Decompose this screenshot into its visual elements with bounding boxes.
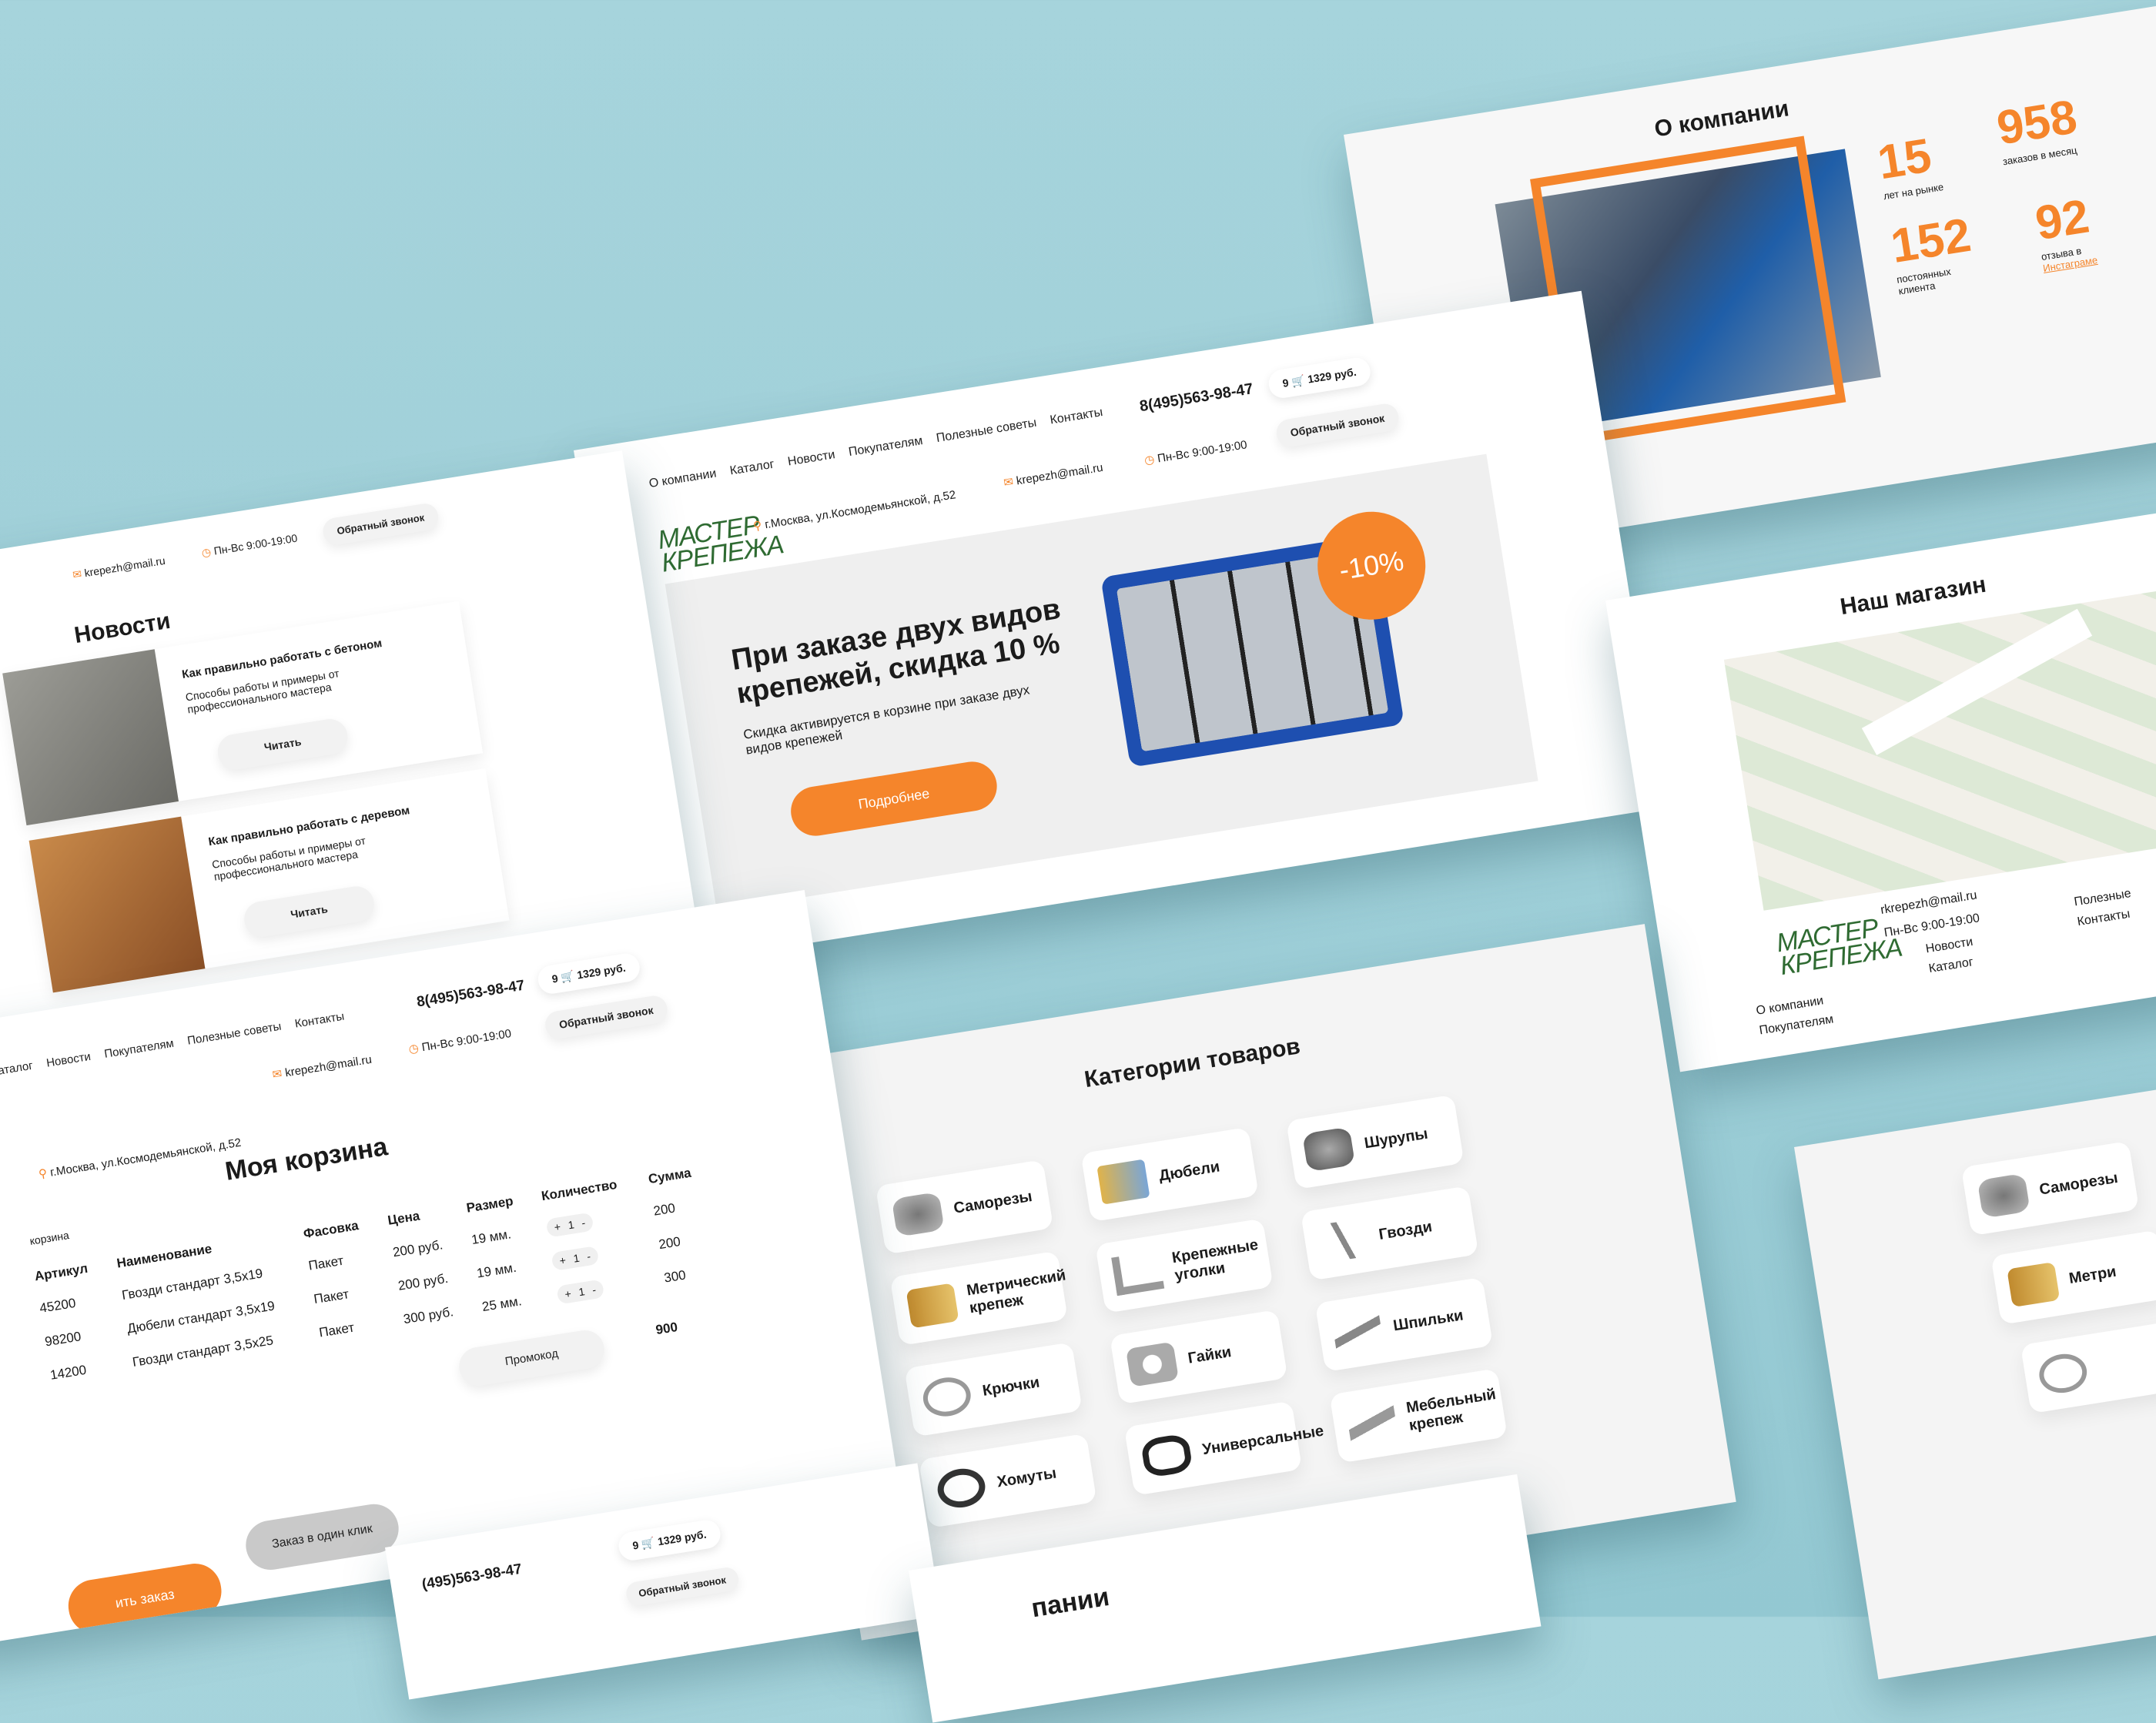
clock-icon: ◷ (407, 1042, 420, 1056)
nav-about[interactable]: О компании (648, 467, 718, 491)
bottom-section-title: пании (1029, 1581, 1112, 1624)
store-logo: МАСТЕР КРЕПЕЖА (1774, 913, 1904, 982)
clamp-icon (935, 1465, 989, 1511)
cart-total: 900 (654, 1319, 679, 1338)
quantity-stepper[interactable]: + 1 - (545, 1212, 594, 1238)
bolt-icon (2007, 1262, 2061, 1308)
category-shurupy[interactable]: Шурупы (1286, 1094, 1465, 1189)
location-icon: ⚲ (37, 1166, 49, 1182)
cart-widget[interactable]: 9 🛒 1329 руб. (536, 952, 642, 996)
universal-clamp-icon (1140, 1433, 1194, 1479)
about-title: О компании (1652, 95, 1791, 142)
category-metric[interactable]: Метрический крепеж (889, 1250, 1068, 1346)
email[interactable]: ✉ krepezh@mail.ru (1003, 460, 1103, 490)
category-homuty[interactable]: Хомуты (919, 1433, 1097, 1529)
stat-clients: 152 постоянных клиента (1887, 208, 1975, 297)
screws-icon (891, 1191, 945, 1237)
cart-email[interactable]: ✉ krepezh@mail.ru (271, 1052, 373, 1082)
category-samorezy[interactable]: Саморезы (875, 1159, 1054, 1255)
checkout-button[interactable]: ить заказ (64, 1560, 226, 1638)
news-image (2, 649, 179, 826)
cart-icon: 🛒 (1291, 373, 1306, 388)
right-categories-fragment: Саморезы Метри (1794, 1086, 2156, 1680)
nav-catalog[interactable]: Каталог (729, 458, 775, 478)
cart-hours: ◷ Пн-Вс 9:00-19:00 (407, 1026, 513, 1056)
cart-icon: 🛒 (640, 1536, 656, 1551)
cart-callback-button[interactable]: Обратный звонок (543, 994, 669, 1041)
home-page: О компании Каталог Новости Покупателям Полез… (574, 290, 1664, 968)
read-button[interactable]: Читать (215, 716, 350, 772)
categories-title: Категории товаров (1083, 1033, 1302, 1093)
studs-icon (1331, 1309, 1384, 1355)
category-shpilki[interactable]: Шпильки (1314, 1276, 1494, 1373)
mail-icon: ✉ (271, 1067, 283, 1082)
news-callback-button[interactable]: Обратный звонок (321, 501, 440, 547)
read-button[interactable]: Читать (241, 884, 377, 940)
clock-icon: ◷ (200, 545, 213, 560)
nav-contacts[interactable]: Контакты (1049, 406, 1103, 427)
wood-screws-icon (1302, 1126, 1356, 1173)
news-title: Новости (72, 607, 172, 649)
news-hours: ◷ Пн-Вс 9:00-19:00 (200, 531, 299, 560)
breadcrumb: корзина (28, 1229, 70, 1247)
bottom-callback-button[interactable]: Обратный звонок (624, 1565, 740, 1608)
screws-icon (1977, 1173, 2030, 1219)
bolt-icon (906, 1283, 959, 1329)
mail-icon: ✉ (1003, 475, 1015, 490)
location-icon: ⚲ (752, 519, 763, 534)
quantity-stepper[interactable]: + 1 - (550, 1245, 600, 1272)
nav-news[interactable]: Новости (787, 448, 836, 468)
stat-years: 15 лет на рынке (1873, 129, 1945, 202)
stat-orders: 958 заказов в месяц (1993, 90, 2081, 168)
footer-nav: О компании Покупателям (1755, 994, 1835, 1038)
quantity-stepper[interactable]: + 1 - (555, 1279, 605, 1305)
store-title: Наш магазин (1838, 571, 1988, 621)
hooks-icon (2036, 1350, 2090, 1397)
cart-icon: 🛒 (560, 969, 575, 984)
mail-icon: ✉ (72, 567, 83, 581)
category-gvozdi[interactable]: Гвозди (1300, 1186, 1479, 1281)
bracket-icon (1111, 1250, 1165, 1296)
cart-title: Моя корзина (223, 1132, 390, 1186)
clock-icon: ◷ (1143, 453, 1156, 468)
callback-button[interactable]: Обратный звонок (1274, 402, 1401, 449)
dowels-icon (1096, 1159, 1150, 1205)
category-metric[interactable]: Метри (1990, 1230, 2156, 1325)
cart-widget[interactable]: 9 🛒 1329 руб. (1267, 356, 1373, 400)
bottom-phone[interactable]: (495)563-98-47 (421, 1561, 524, 1594)
category-mebel[interactable]: Мебельный крепеж (1329, 1368, 1508, 1464)
news-email: ✉ krepezh@mail.ru (72, 554, 166, 581)
hours: ◷ Пн-Вс 9:00-19:00 (1143, 438, 1248, 468)
nav-buyers[interactable]: Покупателям (848, 434, 924, 459)
category-universal[interactable]: Универсальные (1123, 1400, 1325, 1496)
category-samorezy[interactable]: Саморезы (1960, 1140, 2140, 1236)
news-image (28, 816, 206, 993)
cart-phone[interactable]: 8(495)563-98-47 (416, 978, 526, 1012)
phone[interactable]: 8(495)563-98-47 (1138, 380, 1254, 416)
nails-icon (1316, 1217, 1370, 1263)
store-section: Наш магазин МАСТЕР КРЕПЕЖА rkrepezh@mail.… (1605, 492, 2156, 1072)
store-map[interactable] (1723, 567, 2156, 911)
category-dyubeli[interactable]: Дюбели (1080, 1126, 1259, 1223)
one-click-button[interactable]: Заказ в один клик (242, 1501, 403, 1574)
address: ⚲ г.Москва, ул.Космодемьянской, д.52 (752, 488, 957, 534)
stat-reviews: 92 отзыва в Инстаграме (2032, 180, 2151, 274)
nut-icon (1125, 1341, 1179, 1387)
category-hooks[interactable] (2020, 1318, 2156, 1414)
promo-button[interactable]: Промокод (456, 1327, 608, 1389)
category-kryuchki[interactable]: Крючки (904, 1342, 1083, 1437)
category-ugolki[interactable]: Крепежные уголки (1095, 1218, 1274, 1313)
bottom-cart-widget[interactable]: 9 🛒 1329 руб. (616, 1517, 722, 1563)
hero-more-button[interactable]: Подробнее (787, 758, 1001, 840)
hooks-icon (920, 1373, 974, 1420)
nav-tips[interactable]: Полезные советы (936, 417, 1038, 445)
category-gaiki[interactable]: Гайки (1110, 1309, 1288, 1405)
cart-address: ⚲ г.Москва, ул.Космодемьянской, д.52 (37, 1136, 243, 1182)
furniture-hardware-icon (1345, 1400, 1399, 1446)
cart-table: Артикул Наименование Фасовка Цена Размер Коли… (22, 1155, 727, 1394)
